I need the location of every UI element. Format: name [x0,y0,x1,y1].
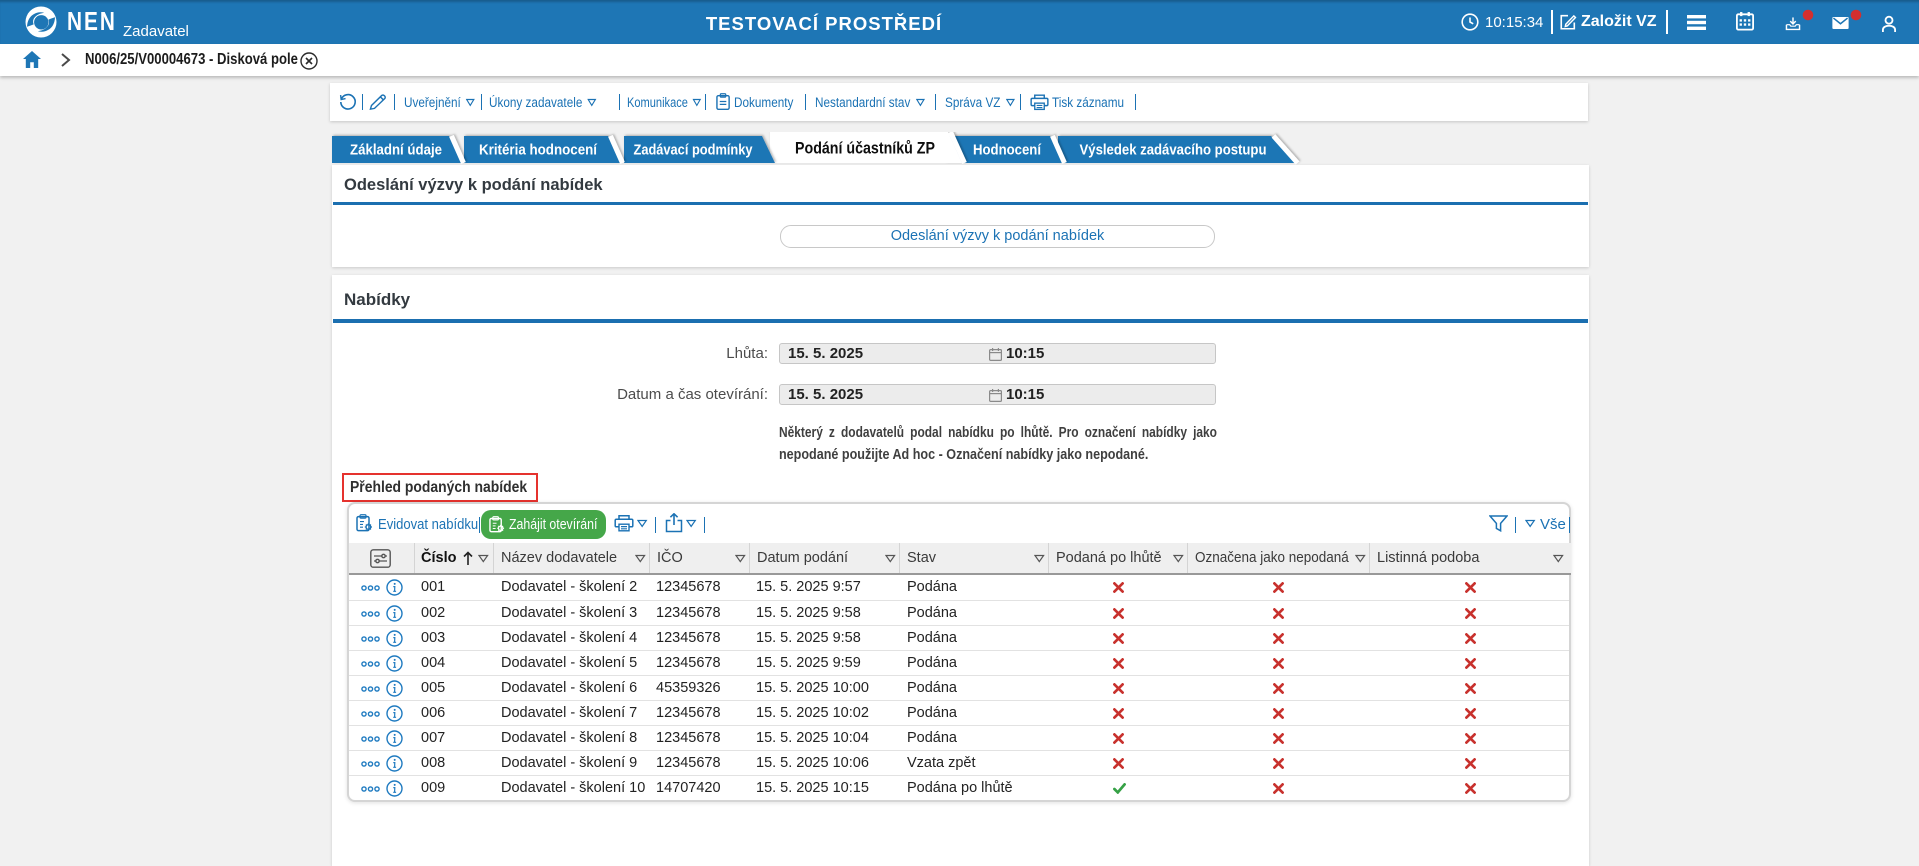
svg-text:Kritéria hodnocení: Kritéria hodnocení [479,142,598,159]
svg-text:Zadávací podmínky: Zadávací podmínky [634,142,754,159]
svg-text:Základní údaje: Základní údaje [350,142,442,159]
svg-text:Výsledek zadávacího postupu: Výsledek zadávacího postupu [1080,142,1267,159]
svg-text:Hodnocení: Hodnocení [973,142,1042,159]
svg-text:Podání účastníků ZP: Podání účastníků ZP [795,140,935,158]
